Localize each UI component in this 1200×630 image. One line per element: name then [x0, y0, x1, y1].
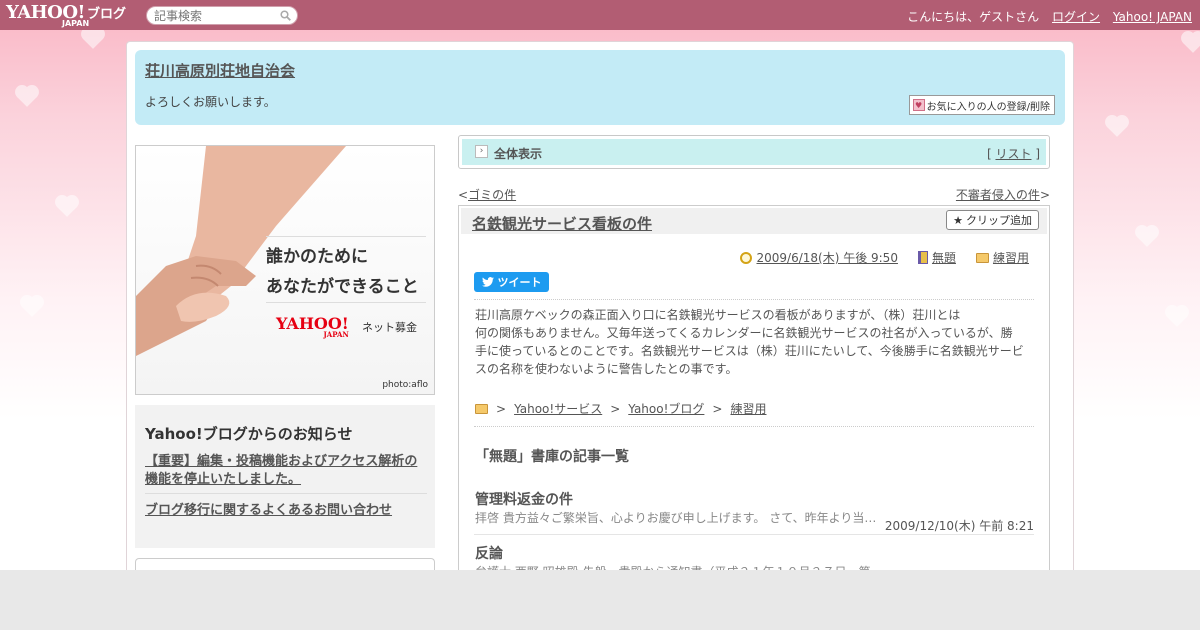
next-article-link[interactable]: 不審者侵入の件 — [956, 188, 1040, 202]
handshake-image — [136, 146, 346, 356]
tweet-button[interactable]: ツイート — [474, 272, 549, 292]
heart-decoration — [22, 297, 42, 317]
list-view-link[interactable]: リスト — [995, 147, 1031, 161]
yahoo-japan-link[interactable]: Yahoo! JAPAN — [1113, 10, 1192, 24]
yahoo-blog-notice: Yahoo!ブログからのお知らせ 【重要】編集・投稿機能およびアクセス解析の機能… — [135, 405, 435, 548]
breadcrumb-yahoo-blog[interactable]: Yahoo!ブログ — [628, 400, 704, 417]
banner-headline-1: 誰かのために — [266, 247, 368, 267]
view-mode-bar: › 全体表示 [ リスト ] — [458, 135, 1050, 169]
article-pager: <ゴミの件 不審者侵入の件> — [458, 186, 1050, 203]
heart-decoration — [1167, 307, 1187, 327]
chevron-right-icon: › — [475, 145, 488, 158]
banner-divider — [266, 236, 426, 237]
user-links: こんにちは、ゲストさん ログイン Yahoo! JAPAN — [907, 8, 1192, 25]
login-link[interactable]: ログイン — [1052, 10, 1100, 24]
list-bracket-close: ] — [1031, 147, 1040, 161]
breadcrumb-separator: > — [610, 401, 621, 416]
list-view-toggle: [ リスト ] — [987, 145, 1040, 162]
entry-date: 2009/12/10(木) 午前 8:21 — [884, 519, 1034, 533]
twitter-bird-icon — [481, 277, 494, 287]
article-folder-link[interactable]: 練習用 — [993, 249, 1029, 266]
breadcrumb-separator: > — [496, 401, 507, 416]
page-footer-area — [0, 570, 1200, 630]
search-icon[interactable] — [280, 10, 291, 21]
heart-decoration — [1107, 117, 1127, 137]
view-all-label: 全体表示 — [494, 147, 543, 161]
clock-icon — [740, 251, 753, 264]
breadcrumb-separator: > — [712, 401, 723, 416]
favorite-button-label: お気に入りの人の登録/削除 — [926, 101, 1050, 113]
star-icon: ★ — [953, 213, 963, 227]
article-header: 名鉄観光サービス看板の件 ★ クリップ追加 — [461, 208, 1047, 234]
heart-decoration — [1137, 227, 1157, 247]
charity-banner[interactable]: 誰かのために あなたができること YAHOO! JAPAN ネット募金 photo… — [135, 145, 435, 395]
notice-link-faq[interactable]: ブログ移行に関するよくあるお問い合わせ — [145, 499, 392, 518]
blog-header: 荘川高原別荘地自治会 よろしくお願いします。 ♥ お気に入りの人の登録/削除 — [135, 50, 1065, 125]
category-breadcrumb: > Yahoo!サービス > Yahoo!ブログ > 練習用 — [475, 400, 766, 417]
heart-decoration — [1183, 33, 1200, 53]
article-body: 荘川高原ケベックの森正面入り口に名鉄観光サービスの看板がありますが、（株）荘川と… — [475, 306, 1035, 378]
category-article-list-heading: 「無題」書庫の記事一覧 — [475, 449, 629, 465]
search-box — [146, 6, 298, 25]
yahoo-japan-logo: YAHOO! JAPAN — [276, 314, 349, 339]
entry-title-link[interactable]: 管理料返金の件 — [475, 489, 573, 509]
photo-credit: photo:aflo — [382, 380, 428, 390]
next-article: 不審者侵入の件> — [956, 186, 1050, 203]
clip-add-button[interactable]: ★ クリップ追加 — [946, 210, 1039, 230]
folder-icon — [975, 252, 989, 263]
banner-headline-2: あなたができること — [266, 277, 419, 297]
favorite-register-button[interactable]: ♥ お気に入りの人の登録/削除 — [908, 95, 1055, 115]
article-box: 名鉄観光サービス看板の件 ★ クリップ追加 2009/6/18(木) 午後 9:… — [458, 205, 1050, 585]
net-donation-text: ネット募金 — [362, 321, 417, 334]
heart-decoration — [17, 87, 37, 107]
heart-decoration — [57, 197, 77, 217]
dotted-divider — [474, 426, 1034, 427]
top-navigation-bar: YAHOO!ブログ JAPAN こんにちは、ゲストさん ログイン Yahoo! … — [0, 0, 1200, 30]
article-body-line: 荘川高原ケベックの森正面入り口に名鉄観光サービスの看板がありますが、（株）荘川と… — [475, 308, 961, 322]
japan-logo-text: JAPAN — [62, 19, 90, 28]
blog-logo-text: ブログ — [86, 7, 126, 22]
dotted-divider — [474, 299, 1034, 300]
article-body-line: スの名称を使わないように警告したとの事です。 — [475, 362, 738, 376]
greeting-text: こんにちは、ゲストさん — [907, 10, 1040, 24]
yahoo-blog-logo[interactable]: YAHOO! ブログ JAPAN — [6, 2, 126, 28]
article-meta: 2009/6/18(木) 午後 9:50 無題 練習用 — [740, 249, 1029, 266]
notice-link-important[interactable]: 【重要】編集・投稿機能およびアクセス解析の機能を停止いたしました。 — [145, 453, 427, 489]
article-title[interactable]: 名鉄観光サービス看板の件 — [472, 213, 652, 234]
entry-snippet: 拝啓 貴方益々ご繁栄旨、心よりお慶び申し上げます。 さて、昨年より当… — [475, 511, 877, 525]
banner-divider — [266, 302, 426, 303]
breadcrumb-yahoo-service[interactable]: Yahoo!サービス — [514, 400, 602, 417]
clip-add-label: クリップ追加 — [966, 214, 1032, 227]
entry-title-link[interactable]: 反論 — [475, 543, 503, 563]
notice-heading: Yahoo!ブログからのお知らせ — [145, 425, 353, 443]
prev-article-link[interactable]: ゴミの件 — [468, 188, 516, 202]
next-article-marker: > — [1039, 188, 1050, 202]
heart-icon: ♥ — [912, 99, 925, 111]
blog-description: よろしくお願いします。 — [145, 95, 276, 109]
breadcrumb-practice[interactable]: 練習用 — [730, 400, 766, 417]
prev-article-marker: < — [458, 188, 469, 202]
tweet-label: ツイート — [497, 276, 542, 289]
article-date-link[interactable]: 2009/6/18(木) 午後 9:50 — [756, 249, 897, 266]
heart-decoration — [83, 29, 103, 49]
blog-title[interactable]: 荘川高原別荘地自治会 — [145, 60, 295, 81]
view-mode-inner: › 全体表示 [ リスト ] — [462, 139, 1046, 165]
prev-article: <ゴミの件 — [458, 188, 516, 202]
notice-divider — [145, 493, 427, 494]
article-category-link[interactable]: 無題 — [932, 249, 956, 266]
entry-divider — [474, 534, 1034, 535]
search-input[interactable] — [147, 7, 272, 24]
article-body-line: 手に使っているとのことです。名鉄観光サービスは（株）荘川にたいして、今後勝手に名… — [475, 344, 1024, 358]
article-body-line: 何の関係もありません。又毎年送ってくるカレンダーに名鉄観光サービスの社名が入って… — [475, 326, 1013, 340]
folder-icon — [475, 403, 488, 414]
book-icon — [917, 251, 928, 264]
